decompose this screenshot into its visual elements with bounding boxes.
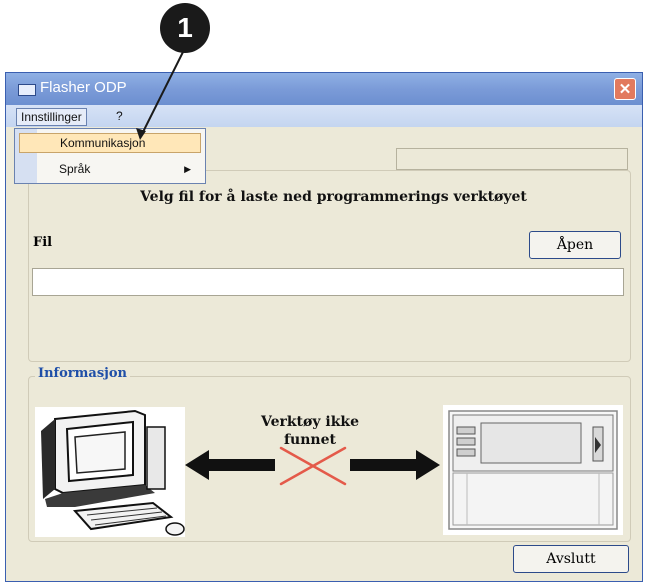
device-illustration [443, 405, 623, 535]
submenu-arrow-icon: ▶ [184, 164, 191, 174]
info-group-title: Informasjon [35, 366, 130, 381]
settings-dropdown: Kommunikasjon Språk ▶ [14, 128, 206, 184]
menu-item-sprak-label: Språk [59, 162, 91, 176]
tool-status-line-2: funnet [284, 432, 336, 448]
menu-innstillinger[interactable]: Innstillinger [16, 108, 87, 126]
file-path-input[interactable] [32, 268, 624, 296]
exit-button[interactable]: Avslutt [513, 545, 629, 573]
menu-item-kommunikasjon[interactable]: Kommunikasjon [19, 133, 201, 153]
tool-status-line-1: Verktøy ikke [261, 414, 359, 430]
menu-help[interactable]: ? [112, 108, 127, 124]
callout-marker: 1 [160, 3, 210, 53]
menu-item-sprak[interactable]: Språk ▶ [19, 159, 201, 179]
close-button[interactable]: ✕ [614, 78, 636, 100]
file-label: Fil [33, 235, 53, 250]
instruction-text: Velg fil for å laste ned programmerings … [140, 189, 527, 205]
title-bar[interactable]: Flasher ODP ✕ [6, 73, 642, 105]
menu-bar: Innstillinger ? [6, 105, 642, 127]
status-field [396, 148, 628, 170]
tool-status-message: Verktøy ikke funnet [245, 413, 375, 449]
window-title: Flasher ODP [40, 79, 127, 96]
app-icon [18, 84, 36, 96]
open-button[interactable]: Åpen [529, 231, 621, 259]
computer-illustration [35, 407, 185, 537]
